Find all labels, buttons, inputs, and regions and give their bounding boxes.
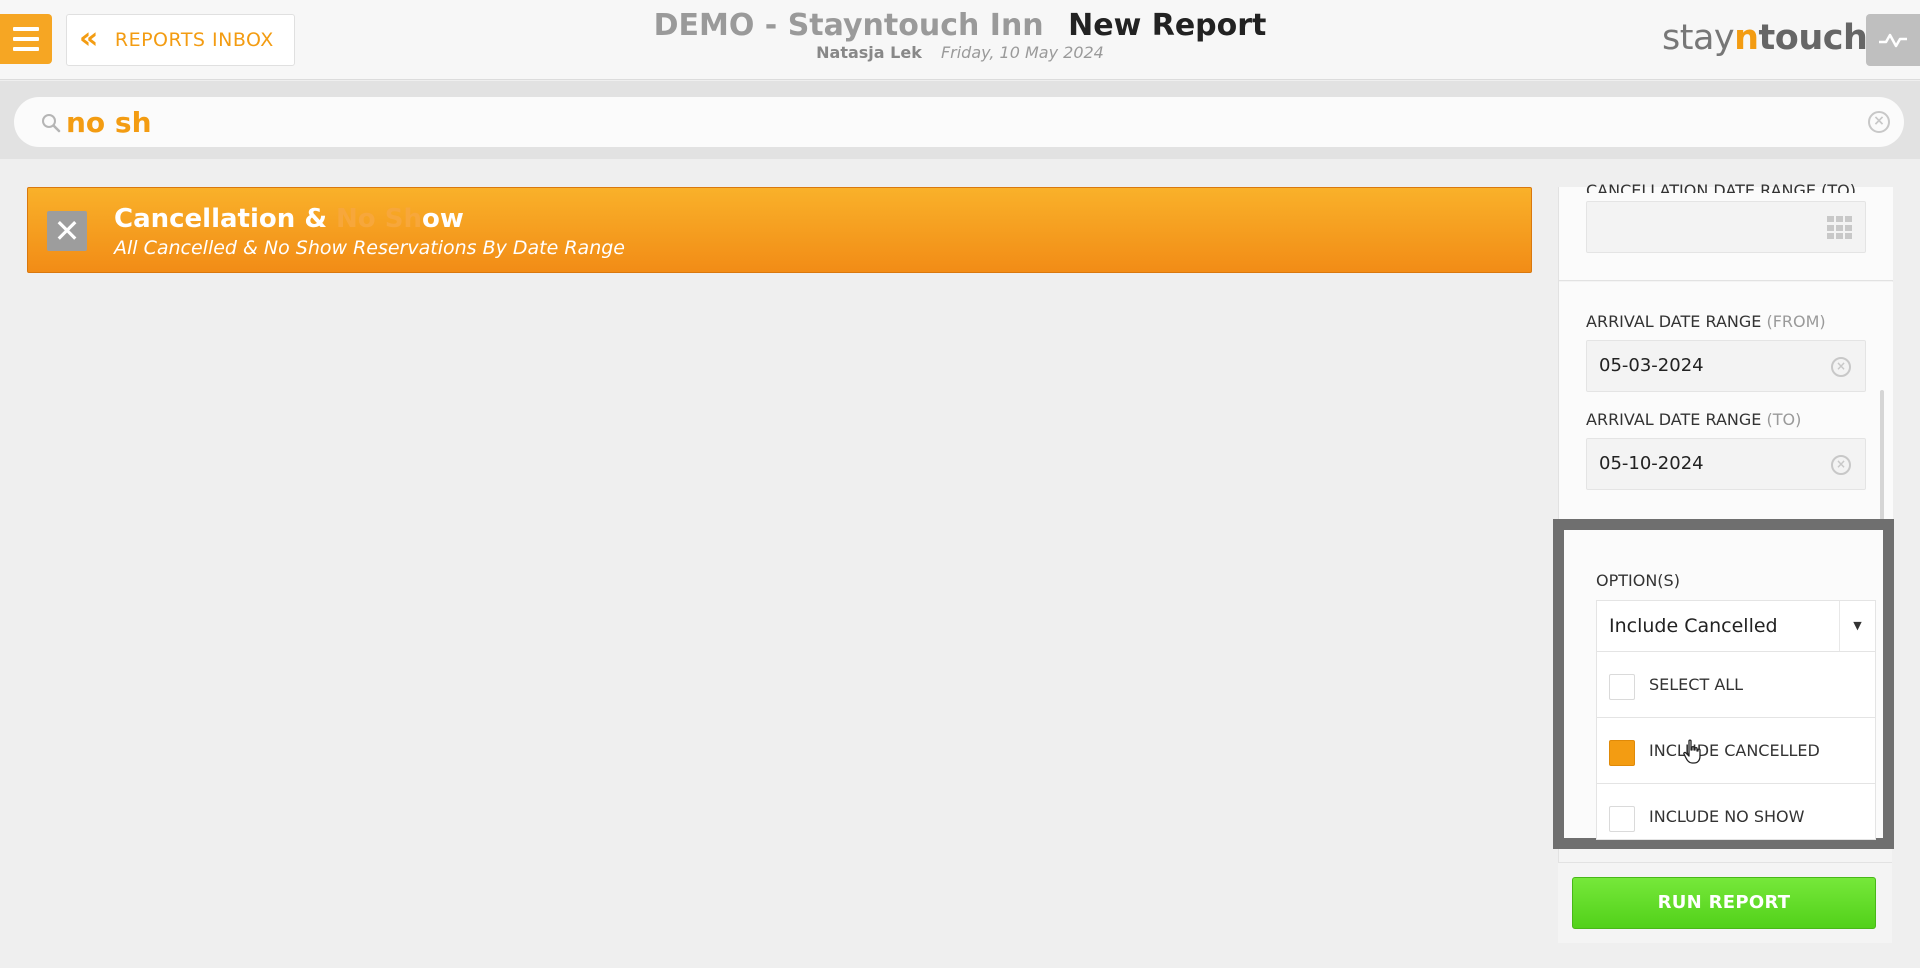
arrival-to-field[interactable]: 05-10-2024 × xyxy=(1586,438,1866,490)
options-dropdown[interactable]: Include Cancelled ▼ xyxy=(1596,600,1876,652)
cancellation-date-group: CANCELLATION DATE RANGE (TO) xyxy=(1559,181,1893,281)
report-description: All Cancelled & No Show Reservations By … xyxy=(114,237,625,259)
page-title-block: DEMO - Stayntouch Inn New Report Natasja… xyxy=(0,8,1920,62)
cancellation-date-to-field[interactable] xyxy=(1586,201,1866,253)
user-name: Natasja Lek xyxy=(816,43,922,62)
arrival-from-label: ARRIVAL DATE RANGE (FROM) xyxy=(1586,312,1826,331)
options-selected-value: Include Cancelled xyxy=(1609,615,1778,637)
arrival-from-value: 05-03-2024 xyxy=(1599,355,1704,376)
report-title: Cancellation & No Show xyxy=(114,204,464,234)
stayntouch-logo: stayntouch xyxy=(1662,18,1868,58)
options-list: SELECT ALL INCLUDE CANCELLED INCLUDE NO … xyxy=(1596,652,1876,840)
search-bar: × xyxy=(0,81,1920,159)
hotel-name: DEMO - Stayntouch Inn xyxy=(653,8,1044,43)
logo-part-n: n xyxy=(1734,18,1759,58)
options-label: OPTION(S) xyxy=(1596,571,1680,590)
option-select-all[interactable]: SELECT ALL xyxy=(1597,652,1875,718)
logo-part-touch: touch xyxy=(1758,18,1868,58)
caret-down-icon: ▼ xyxy=(1839,601,1875,651)
pulse-icon xyxy=(1879,33,1907,48)
calendar-grid-icon[interactable] xyxy=(1827,216,1853,240)
activity-button[interactable] xyxy=(1866,14,1920,66)
page-title: New Report xyxy=(1068,8,1267,43)
checkbox-select-all[interactable] xyxy=(1609,674,1635,700)
hand-cursor-icon xyxy=(1683,739,1701,764)
report-title-highlight: No Sh xyxy=(336,204,422,234)
logo-part-stay: stay xyxy=(1662,18,1735,58)
clear-arrival-from-icon[interactable]: × xyxy=(1831,357,1851,377)
options-group: OPTION(S) Include Cancelled ▼ SELECT ALL… xyxy=(1553,519,1894,849)
arrival-date-group: ARRIVAL DATE RANGE (FROM) 05-03-2024 × A… xyxy=(1559,282,1893,522)
run-report-button[interactable]: RUN REPORT xyxy=(1572,877,1876,929)
arrival-from-label-text: ARRIVAL DATE RANGE xyxy=(1586,312,1762,331)
arrival-from-qualifier: (FROM) xyxy=(1766,312,1826,331)
search-icon xyxy=(42,114,61,133)
arrival-to-label: ARRIVAL DATE RANGE (TO) xyxy=(1586,410,1801,429)
option-label: SELECT ALL xyxy=(1649,675,1744,694)
close-report-button[interactable]: ✕ xyxy=(47,211,87,251)
top-header: « REPORTS INBOX DEMO - Stayntouch Inn Ne… xyxy=(0,0,1920,80)
arrival-from-field[interactable]: 05-03-2024 × xyxy=(1586,340,1866,392)
report-title-part: Cancellation & xyxy=(114,204,337,234)
checkbox-include-no-show[interactable] xyxy=(1609,806,1635,832)
run-report-area: RUN REPORT xyxy=(1558,862,1892,943)
clear-arrival-to-icon[interactable]: × xyxy=(1831,455,1851,475)
panel-scrollbar[interactable] xyxy=(1880,390,1884,520)
option-label: INCLUDE CANCELLED xyxy=(1649,741,1820,760)
checkbox-include-cancelled[interactable] xyxy=(1609,740,1635,766)
clear-search-icon[interactable]: × xyxy=(1868,111,1890,133)
cancellation-date-to-label: CANCELLATION DATE RANGE (TO) xyxy=(1586,181,1856,193)
arrival-to-value: 05-10-2024 xyxy=(1599,453,1704,474)
search-box: × xyxy=(14,97,1904,147)
option-include-no-show[interactable]: INCLUDE NO SHOW xyxy=(1597,784,1875,850)
arrival-to-label-text: ARRIVAL DATE RANGE xyxy=(1586,410,1762,429)
business-date: Friday, 10 May 2024 xyxy=(940,43,1104,62)
option-include-cancelled[interactable]: INCLUDE CANCELLED xyxy=(1597,718,1875,784)
arrival-to-qualifier: (TO) xyxy=(1766,410,1802,429)
search-input[interactable] xyxy=(66,105,1846,139)
report-card[interactable]: ✕ Cancellation & No Show All Cancelled &… xyxy=(27,187,1532,273)
report-title-part: ow xyxy=(421,204,464,234)
option-label: INCLUDE NO SHOW xyxy=(1649,807,1805,826)
